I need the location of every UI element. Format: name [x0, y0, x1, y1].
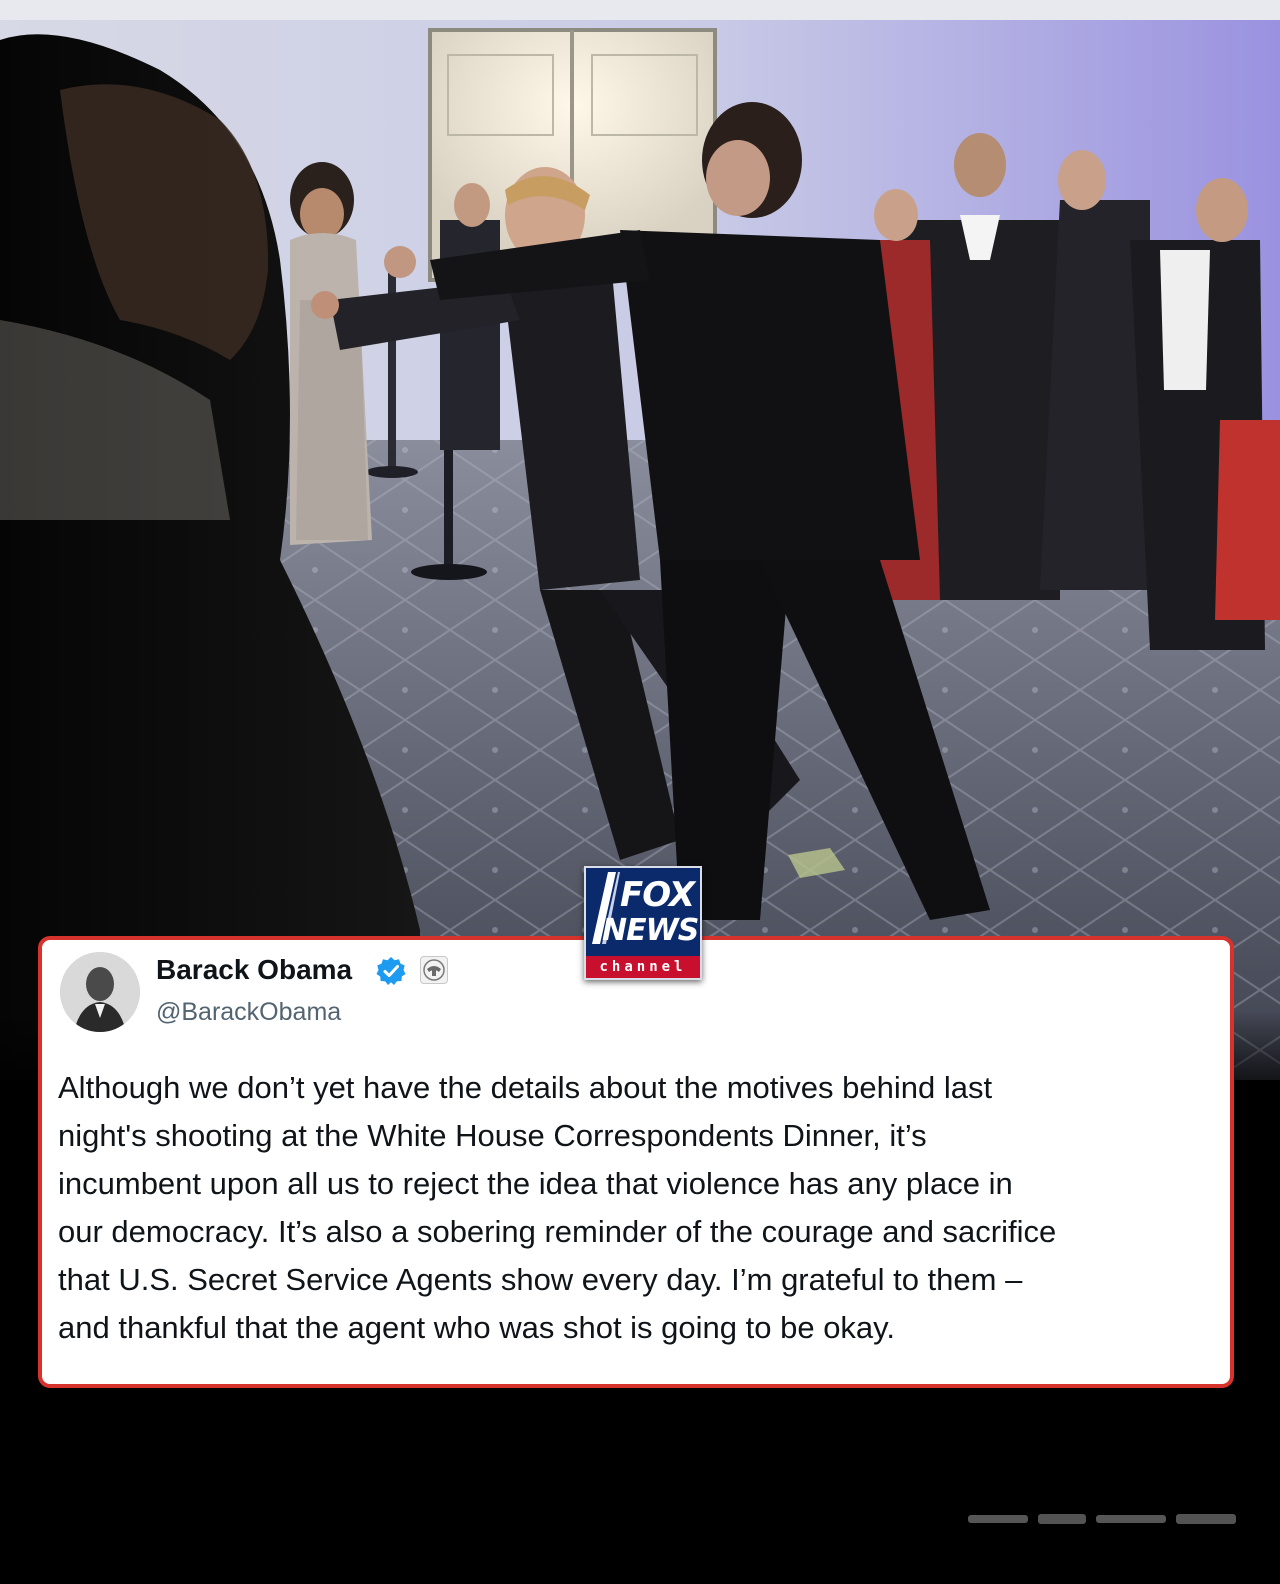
fox-news-logo: FOX NEWS channel — [584, 866, 702, 980]
author-handle[interactable]: @BarackObama — [156, 998, 341, 1027]
government-seal-icon — [420, 956, 448, 984]
tweet-line: Although we don’t yet have the details a… — [58, 1070, 993, 1105]
tweet-line: and thankful that the agent who was shot… — [58, 1310, 895, 1345]
post-image: FOX NEWS channel Barack Obama @BarackOba… — [0, 0, 1280, 1584]
tweet-line: our democracy. It’s also a sobering remi… — [58, 1214, 1057, 1249]
logo-word-fox: FOX — [620, 875, 695, 915]
avatar-portrait-icon — [60, 952, 140, 1032]
verified-badge-icon — [376, 957, 406, 985]
tweet-line: night's shooting at the White House Corr… — [58, 1118, 927, 1153]
tweet-card: Barack Obama @BarackObama Although we do… — [38, 936, 1234, 1388]
logo-word-news: NEWS — [602, 913, 699, 948]
author-name[interactable]: Barack Obama — [156, 954, 352, 986]
logo-word-channel: channel — [586, 956, 700, 978]
avatar[interactable] — [60, 952, 140, 1032]
tweet-line: that U.S. Secret Service Agents show eve… — [58, 1262, 1023, 1297]
blurred-watermark — [968, 1514, 1236, 1524]
tweet-line: incumbent upon all us to reject the idea… — [58, 1166, 1013, 1201]
tweet-text: Although we don’t yet have the details a… — [58, 1064, 1218, 1352]
